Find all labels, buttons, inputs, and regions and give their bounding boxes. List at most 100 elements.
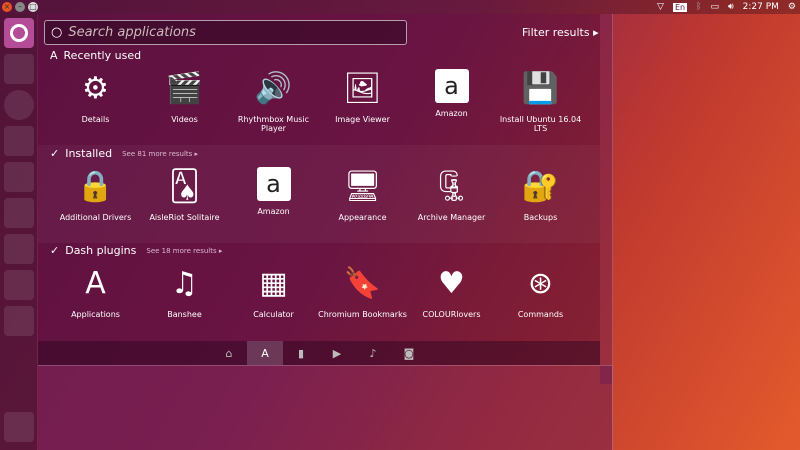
launcher-software[interactable] — [4, 234, 34, 264]
video-icon: ▶ — [332, 346, 342, 360]
files-icon: ▮ — [297, 346, 305, 360]
bluetooth-icon[interactable]: ᛒ — [696, 2, 701, 12]
app-item[interactable]: 🔐 Backups — [496, 163, 585, 222]
app-icon: ▦ — [259, 266, 288, 301]
launcher-drive[interactable] — [4, 306, 34, 336]
app-item[interactable]: ▦ Calculator — [229, 260, 318, 319]
app-icon: a — [256, 167, 291, 201]
launcher-writer[interactable] — [4, 126, 34, 156]
app-label: Rhythmbox Music Player — [237, 115, 310, 133]
app-item[interactable]: 🖼 Image Viewer — [318, 65, 407, 124]
app-icon: a — [434, 69, 469, 103]
app-icon: 🖥 — [343, 169, 382, 204]
launcher-calc[interactable] — [4, 162, 34, 192]
app-icon: 💾 — [521, 71, 560, 106]
dash: ○ Filter results ▸ A Recently used ⚙ Detail… — [38, 14, 600, 365]
app-label: Commands — [517, 310, 564, 319]
see-more-link[interactable]: See 18 more results ▸ — [146, 247, 222, 255]
lens-files-button[interactable]: ▮ — [283, 341, 319, 365]
app-label: Calculator — [253, 310, 294, 319]
app-item[interactable]: ⊛ Commands — [496, 260, 585, 319]
app-label: Amazon — [435, 109, 468, 118]
lens-home-button[interactable]: ⌂ — [211, 341, 247, 365]
app-icon: 🔊 — [254, 71, 293, 106]
app-label: Backups — [523, 213, 558, 222]
lens-music-button[interactable]: ♪ — [355, 341, 391, 365]
launcher-settings[interactable] — [4, 270, 34, 300]
clock[interactable]: 2:27 PM — [743, 2, 779, 12]
app-item[interactable]: ♥ COLOURlovers — [407, 260, 496, 319]
launcher-trash[interactable] — [4, 412, 34, 442]
photos-icon: ◙ — [403, 346, 415, 360]
app-item[interactable]: 💾 Install Ubuntu 16.04 LTS — [496, 65, 585, 133]
app-icon: 🗜 — [432, 169, 471, 204]
app-label: Image Viewer — [335, 115, 390, 124]
app-item[interactable]: 🔖 Chromium Bookmarks — [318, 260, 407, 319]
top-panel: × – □ ▽ En ᛒ ▭ 🔊︎ 2:27 PM ⚙ — [0, 0, 800, 14]
minimize-window-button[interactable]: – — [15, 2, 25, 12]
section-title: Dash plugins — [65, 244, 137, 257]
app-item[interactable]: 🔒 Additional Drivers — [51, 163, 140, 222]
search-input[interactable] — [68, 25, 389, 40]
keyboard-indicator[interactable]: En — [672, 2, 688, 12]
app-label: Amazon — [257, 207, 290, 216]
section-header[interactable]: A Recently used — [50, 49, 141, 62]
battery-icon[interactable]: ▭ — [710, 2, 719, 12]
wifi-icon[interactable]: ▽ — [657, 2, 664, 12]
app-item[interactable]: 🖥 Appearance — [318, 163, 407, 222]
app-label: Additional Drivers — [59, 213, 132, 222]
search-icon: ○ — [51, 25, 63, 40]
maximize-window-button[interactable]: □ — [28, 2, 38, 12]
section-title: Recently used — [63, 49, 142, 62]
app-icon: ♫ — [171, 266, 198, 301]
app-icon: 🂡 — [169, 169, 200, 204]
gear-icon[interactable]: ⚙ — [788, 2, 796, 12]
see-more-label: See 18 more results — [146, 246, 217, 255]
app-item[interactable]: 🗜 Archive Manager — [407, 163, 496, 222]
lens-photos-button[interactable]: ◙ — [391, 341, 427, 365]
section-header[interactable]: ✓ Installed See 81 more results ▸ — [50, 147, 198, 160]
check-circle-icon: ✓ — [50, 147, 60, 160]
ubuntu-logo-icon — [10, 24, 28, 42]
filter-results-button[interactable]: Filter results ▸ — [522, 26, 599, 39]
volume-icon[interactable]: 🔊︎ — [728, 2, 734, 12]
dash-border — [600, 14, 613, 384]
see-more-link[interactable]: See 81 more results ▸ — [122, 150, 198, 158]
app-icon: ♥ — [438, 266, 465, 301]
launcher — [0, 14, 37, 450]
dash-home-button[interactable] — [4, 18, 34, 48]
app-item[interactable]: ⚙ Details — [51, 65, 140, 124]
app-icon: 🎬 — [165, 71, 204, 106]
applications-icon: A — [261, 346, 269, 360]
app-item[interactable]: 🔊 Rhythmbox Music Player — [229, 65, 318, 133]
app-item[interactable]: A Applications — [51, 260, 140, 319]
app-item[interactable]: 🎬 Videos — [140, 65, 229, 124]
section-title: Installed — [65, 147, 113, 160]
launcher-files[interactable] — [4, 54, 34, 84]
app-label: Install Ubuntu 16.04 LTS — [499, 115, 582, 133]
app-item[interactable]: a Amazon — [229, 163, 318, 216]
lens-applications-button[interactable]: A — [247, 341, 283, 365]
launcher-impress[interactable] — [4, 198, 34, 228]
app-label: Applications — [71, 310, 120, 319]
app-label: Appearance — [338, 213, 387, 222]
app-label: Videos — [171, 115, 198, 124]
app-icon: 🔖 — [343, 266, 382, 301]
see-more-label: See 81 more results — [122, 149, 193, 158]
close-window-button[interactable]: × — [2, 2, 12, 12]
filter-label: Filter results — [522, 26, 590, 39]
app-icon: ⊛ — [527, 266, 554, 301]
app-icon: A — [85, 266, 106, 301]
search-box[interactable]: ○ — [44, 20, 407, 45]
app-item[interactable]: ♫ Banshee — [140, 260, 229, 319]
home-icon: ⌂ — [225, 346, 233, 360]
app-item[interactable]: a Amazon — [407, 65, 496, 118]
launcher-firefox[interactable] — [4, 90, 34, 120]
dash-lower-area — [38, 365, 613, 450]
app-label: Details — [81, 115, 110, 124]
app-label: Chromium Bookmarks — [318, 310, 407, 319]
section-header[interactable]: ✓ Dash plugins See 18 more results ▸ — [50, 244, 222, 257]
lens-video-button[interactable]: ▶ — [319, 341, 355, 365]
app-icon: 🔒 — [76, 169, 115, 204]
app-item[interactable]: 🂡 AisleRiot Solitaire — [140, 163, 229, 222]
